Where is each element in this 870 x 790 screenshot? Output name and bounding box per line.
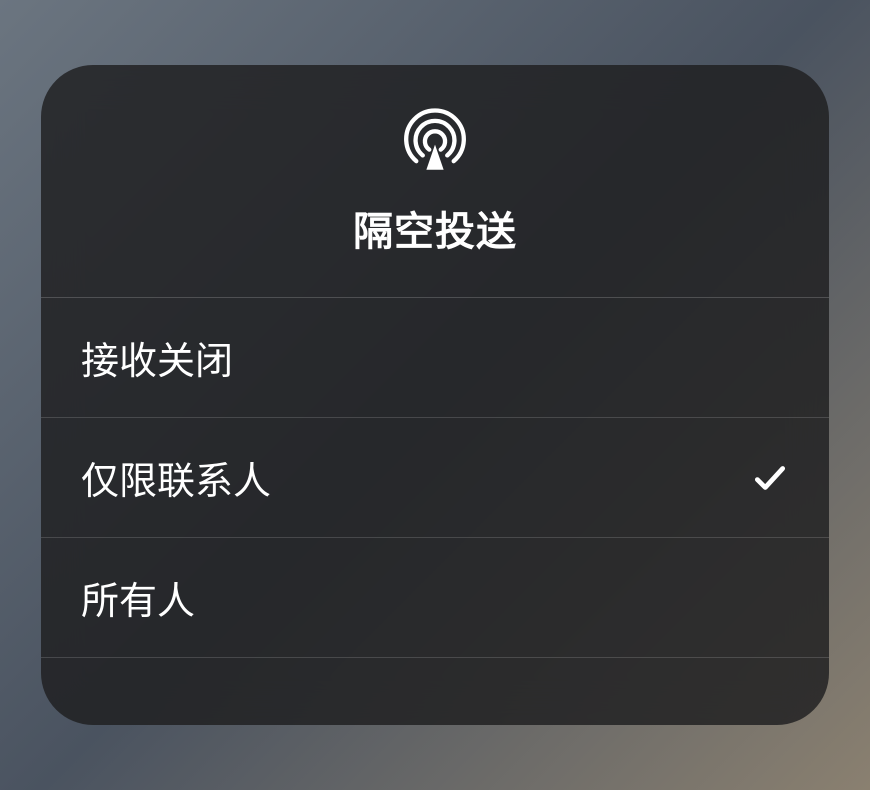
option-label: 所有人 [81,570,195,625]
option-label: 仅限联系人 [81,450,271,505]
popup-title: 隔空投送 [353,199,517,257]
airdrop-icon [399,105,471,177]
popup-header: 隔空投送 [41,65,829,298]
option-everyone[interactable]: 所有人 [41,538,829,658]
option-label: 接收关闭 [81,330,233,385]
option-receiving-off[interactable]: 接收关闭 [41,298,829,418]
airdrop-popup: 隔空投送 接收关闭 仅限联系人 所有人 [41,65,829,725]
option-contacts-only[interactable]: 仅限联系人 [41,418,829,538]
checkmark-icon [751,459,789,497]
options-list: 接收关闭 仅限联系人 所有人 [41,298,829,725]
